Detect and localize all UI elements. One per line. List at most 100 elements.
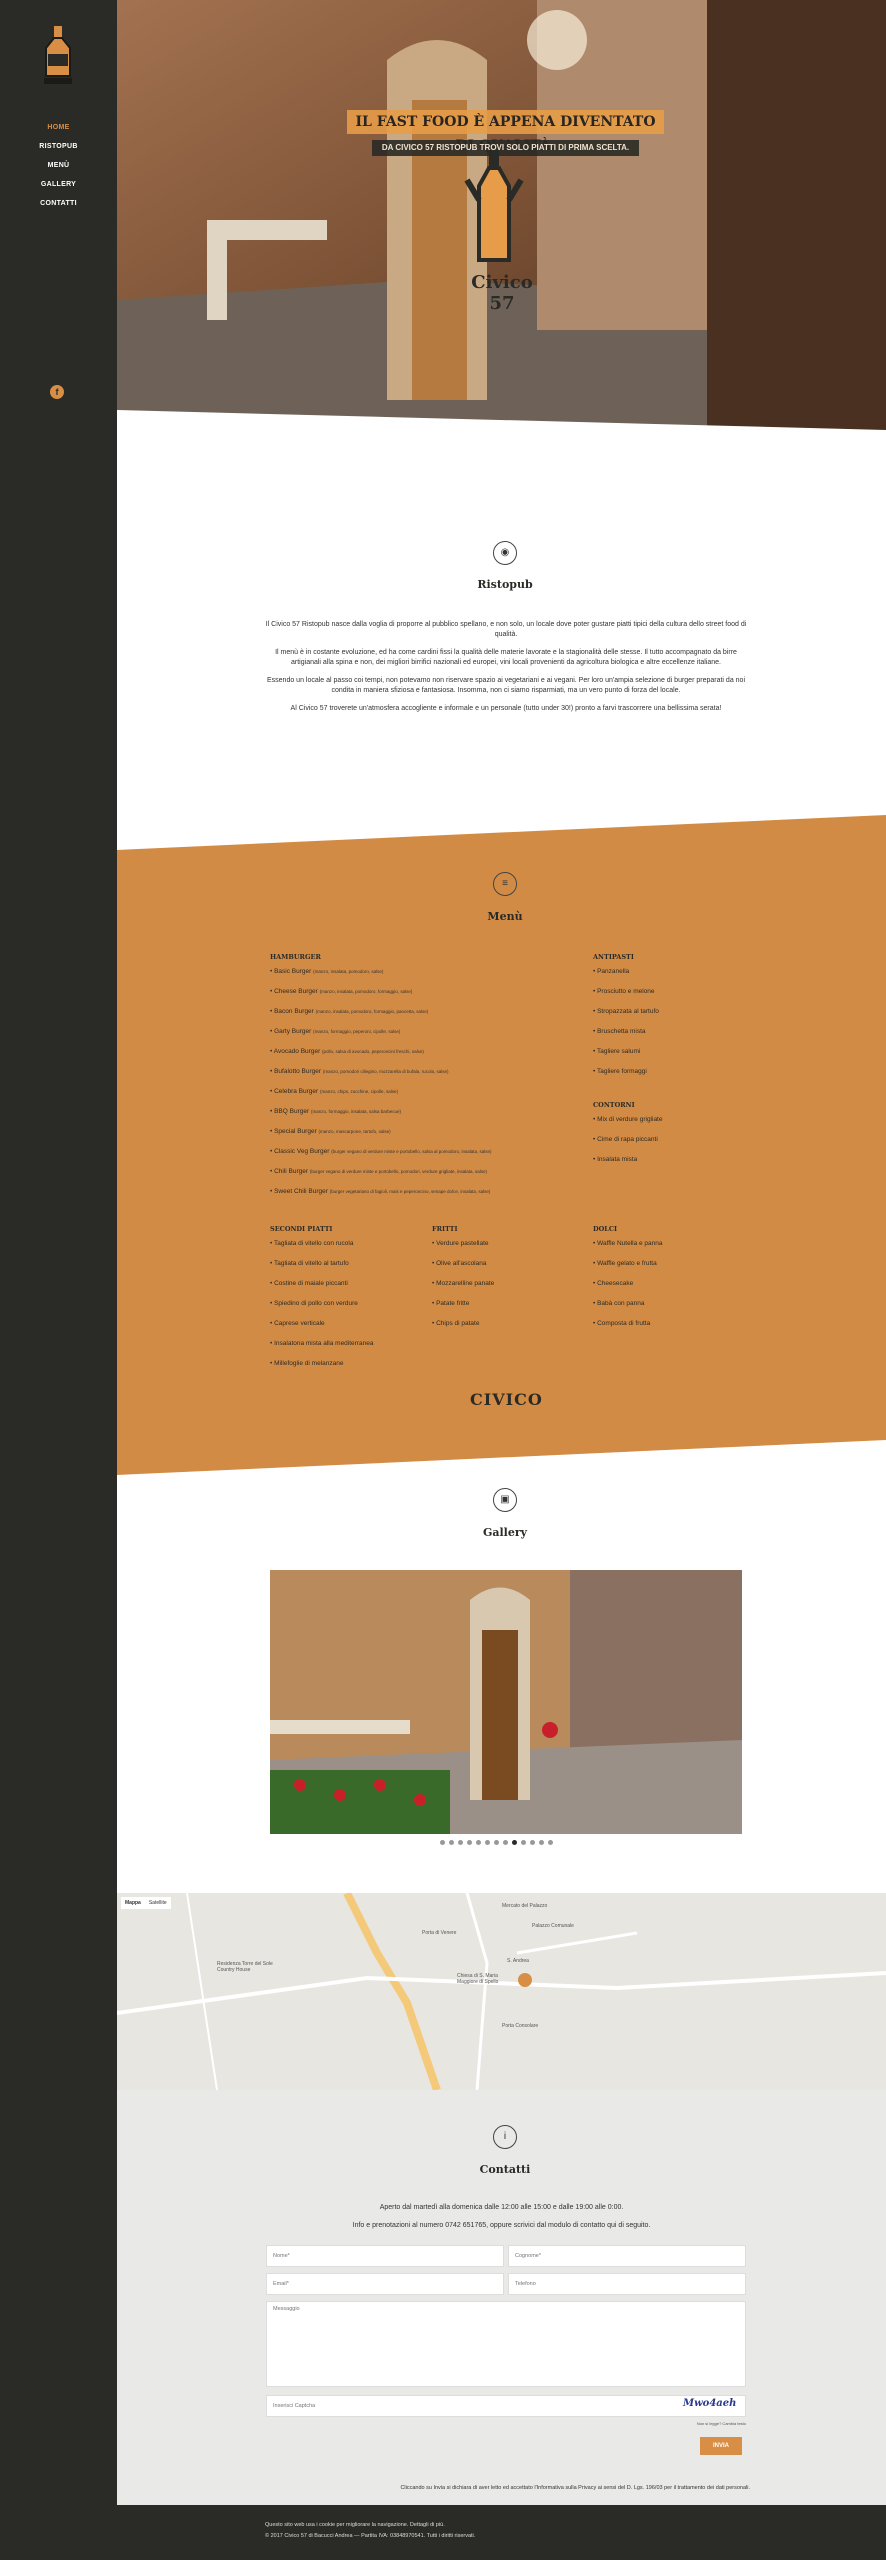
main-nav: HOME RISTOPUB MENÙ GALLERY CONTATTI: [0, 118, 117, 213]
fritti-heading: FRITTI: [432, 1225, 458, 1233]
name-field[interactable]: [266, 2245, 504, 2267]
gallery-dot[interactable]: [539, 1840, 544, 1845]
captcha-refresh-link[interactable]: Non si legge? Cambia testo: [640, 2421, 746, 2426]
map-place: Porta di Venere: [422, 1930, 457, 1936]
menu-item: • Spiedino di pollo con verdure: [270, 1300, 358, 1307]
menu-item: • Stropazzata al tartufo: [593, 1008, 659, 1015]
map-place: Residenza Torre del Sole Country House: [217, 1961, 273, 1973]
ristopub-p1: Il Civico 57 Ristopub nasce dalla voglia…: [265, 621, 747, 638]
menu-item: • Bufalotto Burger (manzo, pomodori cili…: [270, 1068, 449, 1075]
restaurant-icon: ◉: [493, 541, 517, 565]
privacy-note: Cliccando su Invia si dichiara di aver l…: [400, 2485, 750, 2491]
gallery-dot[interactable]: [503, 1840, 508, 1845]
hero-subtitle: DA CIVICO 57 RISTOPUB TROVI SOLO PIATTI …: [372, 140, 639, 156]
hamburger-heading: HAMBURGER: [270, 953, 321, 961]
gallery-dot[interactable]: [467, 1840, 472, 1845]
gallery-dot[interactable]: [494, 1840, 499, 1845]
menu-item: • Patate fritte: [432, 1300, 470, 1307]
gallery-dot[interactable]: [449, 1840, 454, 1845]
cookie-notice: Questo sito web usa i cookie per miglior…: [265, 2522, 445, 2528]
gallery-dot[interactable]: [512, 1840, 517, 1845]
map[interactable]: Mappa Satellite Mercato del Palazzo Palaz…: [117, 1893, 886, 2090]
facebook-icon[interactable]: f: [50, 385, 64, 399]
opening-hours: Aperto dal martedì alla domenica dalle 1…: [379, 2204, 624, 2211]
map-place: Porta Consolare: [502, 2023, 539, 2029]
map-place: Mercato del Palazzo: [502, 1903, 548, 1909]
gallery-dot[interactable]: [440, 1840, 445, 1845]
gallery-dot[interactable]: [476, 1840, 481, 1845]
logo[interactable]: [38, 24, 78, 86]
map-tab-mappa[interactable]: Mappa: [121, 1897, 145, 1909]
gallery-dots: [440, 1840, 580, 1848]
contorni-column: CONTORNI • Mix di verdure grigliate • Ci…: [593, 1101, 733, 1175]
menu-item: • Chips di patate: [432, 1320, 480, 1327]
surname-field[interactable]: [508, 2245, 746, 2267]
menu-item: • Millefoglie di melanzane: [270, 1360, 344, 1367]
captcha-field[interactable]: [266, 2395, 746, 2417]
image-icon: ▣: [493, 1488, 517, 1512]
menu-item: • Sweet Chili Burger (burger vegetariano…: [270, 1188, 491, 1195]
map-marker-icon: [518, 1973, 532, 1987]
menu-item: • Tagliata di vitello con rucola: [270, 1240, 354, 1247]
email-field[interactable]: [266, 2273, 504, 2295]
fritti-column: FRITTI • Verdure pastellate • Olive all'…: [432, 1225, 572, 1339]
map-place: Palazzo Comunale: [532, 1923, 574, 1929]
menu-item: • Cheese Burger (manzo, insalata, pomodo…: [270, 988, 413, 995]
hero-section: IL FAST FOOD È APPENA DIVENTATO DI QUALI…: [117, 0, 886, 440]
contatti-title: Contatti: [479, 2163, 531, 2176]
map-type-tabs: Mappa Satellite: [121, 1897, 171, 1909]
menu-item: • Babà con panna: [593, 1300, 645, 1307]
gallery-dot[interactable]: [458, 1840, 463, 1845]
menu-item: • Bacon Burger (manzo, insalata, pomodor…: [270, 1008, 429, 1015]
nav-menu[interactable]: MENÙ: [0, 156, 117, 175]
menu-item: • Special Burger (manzo, mascarpone, tar…: [270, 1128, 391, 1135]
dolci-column: DOLCI • Waffle Nutella e panna • Waffle …: [593, 1225, 733, 1339]
map-tab-satellite[interactable]: Satellite: [145, 1897, 171, 1909]
footer: Questo sito web usa i cookie per miglior…: [0, 2505, 886, 2560]
send-button[interactable]: INVIA: [700, 2437, 742, 2455]
phone-field[interactable]: [508, 2273, 746, 2295]
gallery-dot[interactable]: [521, 1840, 526, 1845]
menu-item: • Basic Burger (manzo, insalata, pomodor…: [270, 968, 384, 975]
menu-item: • Waffle gelato e frutta: [593, 1260, 657, 1267]
menu-icon: ≡: [493, 872, 517, 896]
gallery-dot[interactable]: [485, 1840, 490, 1845]
info-icon: i: [493, 2125, 517, 2149]
gallery-dot[interactable]: [530, 1840, 535, 1845]
menu-item: • Panzanella: [593, 968, 630, 975]
menu-item: • Tagliere salumi: [593, 1048, 641, 1055]
contact-info: Info e prenotazioni al numero 0742 65176…: [352, 2222, 651, 2229]
menu-item: • Avocado Burger (pollo, salsa di avocad…: [270, 1048, 424, 1055]
menu-title: Menù: [487, 910, 523, 923]
nav-home[interactable]: HOME: [0, 118, 117, 137]
ristopub-p4: Al Civico 57 troverete un'atmosfera acco…: [290, 705, 722, 712]
menu-item: • Mozzarelline panate: [432, 1280, 495, 1287]
menu-item: • Insalata mista: [593, 1156, 638, 1163]
menu-item: • BBQ Burger (manzo, formaggio, insalata…: [270, 1108, 401, 1115]
ristopub-text: Il Civico 57 Ristopub nasce dalla voglia…: [262, 620, 750, 722]
menu-item: • Composta di frutta: [593, 1320, 651, 1327]
secondi-column: SECONDI PIATTI • Tagliata di vitello con…: [270, 1225, 420, 1379]
hero-title: IL FAST FOOD È APPENA DIVENTATO DI QUALI…: [347, 110, 664, 154]
menu-item: • Waffle Nutella e panna: [593, 1240, 663, 1247]
menu-item: • Insalatona mista alla mediterranea: [270, 1340, 374, 1347]
message-field[interactable]: [266, 2301, 746, 2387]
nav-ristopub[interactable]: RISTOPUB: [0, 137, 117, 156]
nav-contatti[interactable]: CONTATTI: [0, 194, 117, 213]
menu-item: • Tagliata di vitello al tartufo: [270, 1260, 349, 1267]
captcha-image: Mwo4aeh: [683, 2398, 737, 2409]
antipasti-column: ANTIPASTI • Panzanella • Prosciutto e me…: [593, 953, 733, 1087]
menu-item: • Classic Veg Burger (burger vegano di v…: [270, 1148, 492, 1155]
nav-gallery[interactable]: GALLERY: [0, 175, 117, 194]
gallery-dot[interactable]: [548, 1840, 553, 1845]
ristopub-title: Ristopub: [477, 578, 533, 591]
ristopub-p2: Il menù è in costante evoluzione, ed ha …: [275, 649, 737, 666]
menu-item: • Prosciutto e melone: [593, 988, 655, 995]
menu-logo: CIVICO: [470, 1390, 543, 1409]
menu-item: • Costine di maiale piccanti: [270, 1280, 348, 1287]
contact-section: [117, 2090, 886, 2505]
dolci-heading: DOLCI: [593, 1225, 618, 1233]
menu-item: • Mix di verdure grigliate: [593, 1116, 663, 1123]
antipasti-heading: ANTIPASTI: [593, 953, 634, 961]
gallery-image[interactable]: [270, 1570, 742, 1834]
